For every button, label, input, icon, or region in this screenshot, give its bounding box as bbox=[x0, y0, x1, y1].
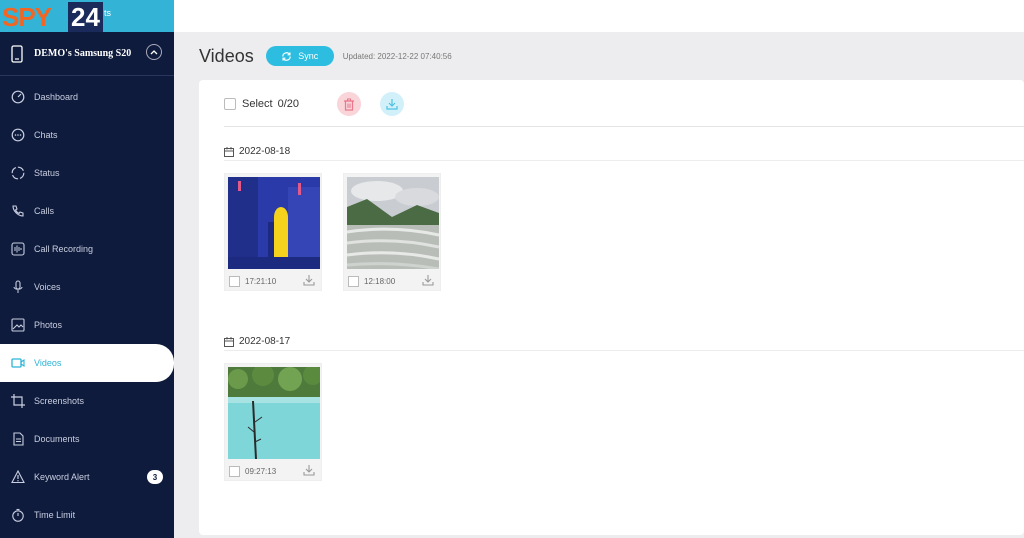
logo-suffix: ts bbox=[104, 8, 112, 18]
trash-icon bbox=[344, 98, 354, 111]
video-icon bbox=[10, 356, 25, 371]
phone-device-icon bbox=[11, 44, 23, 63]
sidebar-item-status[interactable]: Status bbox=[0, 154, 174, 192]
download-icon[interactable] bbox=[303, 464, 315, 476]
sidebar-item-label: Photos bbox=[34, 320, 63, 330]
last-updated-text: Updated: 2022-12-22 07:40:56 bbox=[342, 51, 452, 61]
calendar-icon bbox=[224, 336, 234, 347]
logo: SPY bbox=[2, 2, 52, 32]
chevron-up-icon[interactable] bbox=[146, 44, 162, 60]
download-icon[interactable] bbox=[303, 274, 315, 286]
device-name: DEMO's Samsung S20 bbox=[34, 48, 132, 59]
sidebar-item-dashboard[interactable]: Dashboard bbox=[0, 78, 174, 116]
sidebar: SPY 24 ts DEMO's Samsung S20 Dashboard C… bbox=[0, 0, 174, 538]
download-icon[interactable] bbox=[422, 274, 434, 286]
phone-icon bbox=[10, 204, 25, 219]
video-select-checkbox[interactable] bbox=[229, 276, 240, 287]
sidebar-item-documents[interactable]: Documents bbox=[0, 420, 174, 458]
sidebar-item-chats[interactable]: Chats bbox=[0, 116, 174, 154]
logo-number: 24 bbox=[68, 2, 103, 32]
sidebar-item-label: Calls bbox=[34, 206, 55, 216]
video-thumbnail[interactable] bbox=[347, 177, 439, 269]
video-thumbnail[interactable] bbox=[228, 367, 320, 459]
audio-wave-icon bbox=[10, 242, 25, 257]
video-time: 17:21:10 bbox=[245, 277, 277, 286]
video-time: 12:18:00 bbox=[364, 277, 396, 286]
download-all-button[interactable] bbox=[380, 92, 404, 116]
videos-panel: Select 0/20 2022-08-18 17:21:10 12:18:00… bbox=[199, 80, 1024, 535]
dashboard-icon bbox=[10, 90, 25, 105]
sidebar-item-keyword-alert[interactable]: Keyword Alert 3 bbox=[0, 458, 174, 496]
sidebar-item-label: Dashboard bbox=[34, 92, 79, 102]
group-date: 2022-08-17 bbox=[239, 336, 291, 347]
select-label: Select bbox=[242, 98, 273, 110]
video-card[interactable]: 12:18:00 bbox=[343, 173, 441, 291]
sync-label: Sync bbox=[298, 51, 319, 61]
download-icon bbox=[386, 99, 398, 110]
sidebar-item-label: Chats bbox=[34, 130, 58, 140]
keyword-alert-count-badge: 3 bbox=[147, 470, 163, 484]
select-all-checkbox[interactable] bbox=[224, 98, 236, 110]
date-group-header: 2022-08-17 bbox=[224, 336, 290, 347]
sidebar-item-label: Screenshots bbox=[34, 396, 85, 406]
sidebar-item-label: Call Recording bbox=[34, 244, 94, 254]
date-group-header: 2022-08-18 bbox=[224, 146, 290, 157]
divider bbox=[224, 160, 1024, 161]
device-selector[interactable]: DEMO's Samsung S20 bbox=[0, 32, 174, 76]
video-card[interactable]: 17:21:10 bbox=[224, 173, 322, 291]
microphone-icon bbox=[10, 280, 25, 295]
delete-button[interactable] bbox=[337, 92, 361, 116]
divider bbox=[224, 350, 1024, 351]
image-icon bbox=[10, 318, 25, 333]
status-icon bbox=[10, 166, 25, 181]
video-select-checkbox[interactable] bbox=[229, 466, 240, 477]
video-card[interactable]: 09:27:13 bbox=[224, 363, 322, 481]
sidebar-item-screenshots[interactable]: Screenshots bbox=[0, 382, 174, 420]
video-thumbnail[interactable] bbox=[228, 177, 320, 269]
sync-button[interactable]: Sync bbox=[265, 46, 334, 66]
chat-icon bbox=[10, 128, 25, 143]
sidebar-item-photos[interactable]: Photos bbox=[0, 306, 174, 344]
document-icon bbox=[10, 432, 25, 447]
warning-icon bbox=[10, 470, 25, 485]
sidebar-item-label: Videos bbox=[34, 358, 62, 368]
sidebar-item-label: Keyword Alert bbox=[34, 472, 90, 482]
logo-bar: SPY 24 ts bbox=[0, 0, 174, 32]
divider bbox=[224, 126, 1024, 127]
selection-toolbar: Select 0/20 bbox=[224, 92, 299, 116]
select-count: 0/20 bbox=[277, 98, 299, 110]
sidebar-item-label: Voices bbox=[34, 282, 61, 292]
sidebar-item-voices[interactable]: Voices bbox=[0, 268, 174, 306]
page-header: Videos Sync Updated: 2022-12-22 07:40:56 bbox=[174, 32, 1024, 80]
sidebar-item-calls[interactable]: Calls bbox=[0, 192, 174, 230]
video-time: 09:27:13 bbox=[245, 467, 277, 476]
sidebar-item-time-limit[interactable]: Time Limit bbox=[0, 496, 174, 534]
video-select-checkbox[interactable] bbox=[348, 276, 359, 287]
crop-icon bbox=[10, 394, 25, 409]
group-date: 2022-08-18 bbox=[239, 146, 291, 157]
top-bar bbox=[174, 0, 1024, 32]
sidebar-item-label: Status bbox=[34, 168, 60, 178]
sidebar-item-label: Time Limit bbox=[34, 510, 76, 520]
timer-icon bbox=[10, 508, 25, 523]
sidebar-item-label: Documents bbox=[34, 434, 80, 444]
sidebar-item-videos[interactable]: Videos bbox=[0, 344, 174, 382]
refresh-icon bbox=[282, 51, 291, 61]
calendar-icon bbox=[224, 146, 234, 157]
sidebar-item-call-recording[interactable]: Call Recording bbox=[0, 230, 174, 268]
page-title: Videos bbox=[199, 45, 254, 66]
